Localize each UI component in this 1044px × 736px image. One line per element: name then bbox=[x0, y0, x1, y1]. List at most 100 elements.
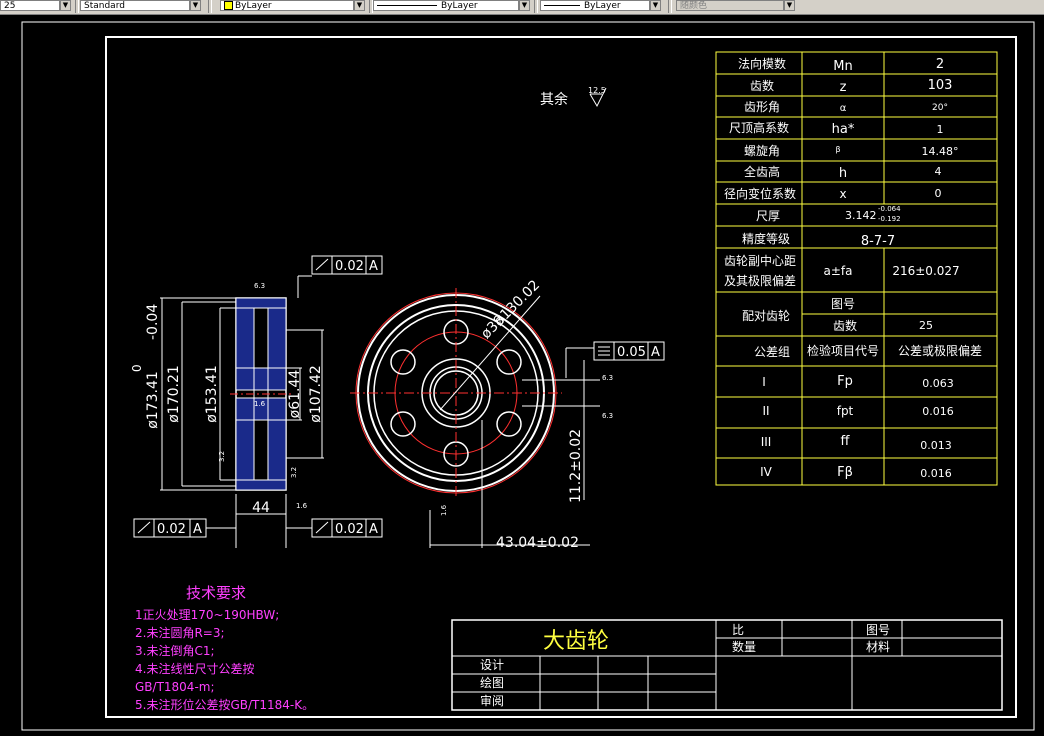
mate-no-label: 图号 bbox=[831, 297, 855, 311]
dim-d2: ø170.21 bbox=[166, 365, 182, 423]
part-name: 大齿轮 bbox=[543, 629, 609, 654]
tol-code: fpt bbox=[837, 404, 854, 418]
tolerance-frame-symmetry bbox=[566, 341, 665, 361]
param-val: 103 bbox=[928, 78, 953, 93]
thickness-upper: -0.064 bbox=[878, 205, 901, 213]
tolerance-top-value: 0.02 bbox=[335, 259, 364, 274]
tol-value-label: 公差或极限偏差 bbox=[898, 343, 982, 358]
tol-code: Fβ bbox=[837, 465, 853, 480]
review-label: 审阅 bbox=[480, 693, 504, 708]
tol-val: 0.063 bbox=[922, 377, 954, 390]
param-sym: α bbox=[840, 103, 847, 114]
thickness-label: 尺厚 bbox=[756, 209, 780, 223]
requirement-line: 4.未注线性尺寸公差按 bbox=[135, 661, 254, 676]
tolerance-frame-bottom-right bbox=[286, 518, 383, 538]
roughness-r5: 1.6 bbox=[296, 502, 308, 510]
roughness-r8: 6.3 bbox=[602, 412, 613, 420]
center-sym: a±fa bbox=[824, 264, 853, 278]
roughness-r1: 6.3 bbox=[254, 282, 265, 290]
param-val: 1 bbox=[937, 123, 944, 136]
dim-width: 44 bbox=[252, 500, 270, 516]
dim-d1: ø173.41 bbox=[145, 371, 161, 429]
roughness-r3: 3.2 bbox=[218, 451, 226, 462]
requirements-title: 技术要求 bbox=[186, 584, 246, 602]
requirement-line: 3.未注倒角C1; bbox=[135, 643, 215, 658]
param-name: 螺旋角 bbox=[744, 144, 780, 158]
param-name: 尺顶高系数 bbox=[729, 120, 789, 135]
dim-d4: ø61.44 bbox=[287, 370, 303, 419]
param-val: 2 bbox=[936, 57, 944, 72]
param-sym: x bbox=[839, 187, 846, 201]
tolerance-left-value: 0.02 bbox=[157, 522, 186, 537]
title-block bbox=[451, 619, 1003, 711]
drawing-no-label: 图号 bbox=[866, 623, 890, 637]
requirement-line: GB/T1804-m; bbox=[135, 680, 215, 694]
center-label-1: 齿轮副中心距 bbox=[724, 253, 796, 268]
param-name: 径向变位系数 bbox=[724, 186, 796, 201]
requirement-line: 1正火处理170~190HBW; bbox=[135, 608, 279, 622]
tol-group: I bbox=[762, 375, 766, 389]
precision-label: 精度等级 bbox=[742, 231, 790, 246]
mate-label: 配对齿轮 bbox=[742, 309, 790, 323]
ratio-label: 比 bbox=[732, 623, 744, 637]
section-view bbox=[230, 297, 292, 491]
qty-label: 数量 bbox=[732, 639, 756, 654]
center-val: 216±0.027 bbox=[892, 264, 959, 278]
roughness-value: 12.5 bbox=[588, 86, 606, 95]
param-sym: Mn bbox=[833, 59, 852, 74]
dim-d3: ø153.41 bbox=[204, 365, 220, 423]
center-label-2: 及其极限偏差 bbox=[724, 273, 796, 288]
tolerance-left-datum: A bbox=[193, 522, 202, 537]
dim-d1-lower: -0.04 bbox=[145, 304, 161, 340]
param-name: 齿数 bbox=[750, 78, 774, 93]
tolerance-sym-datum: A bbox=[651, 345, 660, 360]
requirement-line: 5.未注形位公差按GB/T1184-K。 bbox=[135, 697, 314, 712]
param-val: 20° bbox=[932, 103, 948, 113]
param-sym: z bbox=[840, 80, 847, 95]
tol-group-label: 公差组 bbox=[754, 345, 790, 359]
mate-teeth-val: 25 bbox=[919, 319, 933, 332]
tol-item-label: 检验项目代号 bbox=[807, 343, 879, 358]
front-view bbox=[350, 288, 600, 548]
tol-code: Fp bbox=[837, 374, 853, 389]
roughness-r4: 3.2 bbox=[290, 467, 298, 478]
thickness-lower: -0.192 bbox=[878, 215, 901, 223]
tol-val: 0.016 bbox=[922, 405, 954, 418]
roughness-r7: 6.3 bbox=[602, 374, 613, 382]
dim-d5: ø107.42 bbox=[308, 365, 324, 423]
param-name: 法向模数 bbox=[738, 56, 786, 71]
roughness-r2: 1.6 bbox=[254, 400, 266, 408]
tolerance-right-datum: A bbox=[369, 522, 378, 537]
tol-group: III bbox=[761, 435, 772, 449]
tol-val: 0.013 bbox=[920, 439, 952, 452]
material-label: 材料 bbox=[866, 640, 890, 654]
drawing-canvas[interactable]: 其余 12.5 ø173.41 0 -0.04 ø170.21 ø153.41 … bbox=[0, 0, 1044, 736]
dim-d1-upper: 0 bbox=[130, 364, 144, 372]
precision-val: 8-7-7 bbox=[861, 234, 895, 249]
tolerance-top-datum: A bbox=[369, 259, 378, 274]
design-label: 设计 bbox=[480, 658, 504, 672]
dim-key: 43.04±0.02 bbox=[496, 535, 579, 551]
mate-teeth-label: 齿数 bbox=[833, 318, 857, 333]
param-sym: h bbox=[839, 166, 847, 181]
requirement-line: 2.未注圆角R=3; bbox=[135, 625, 225, 640]
param-sym: ha* bbox=[832, 122, 855, 137]
roughness-r6: 1.6 bbox=[440, 504, 448, 516]
draw-label: 绘图 bbox=[480, 675, 504, 690]
tol-group: II bbox=[762, 404, 769, 418]
tol-code: ff bbox=[841, 434, 851, 449]
param-table: 法向模数 Mn 2 齿数 z 103 齿形角 α 20° 尺顶高系数 ha* 1… bbox=[724, 56, 982, 480]
tolerance-right-value: 0.02 bbox=[335, 522, 364, 537]
tol-val: 0.016 bbox=[920, 467, 952, 480]
param-val: 14.48° bbox=[922, 145, 959, 158]
dim-keyw: 11.2±0.02 bbox=[568, 429, 584, 503]
param-val: 4 bbox=[935, 165, 942, 178]
param-sym: β bbox=[835, 145, 840, 154]
tol-group: IV bbox=[760, 465, 773, 479]
roughness-note: 其余 bbox=[540, 91, 568, 108]
param-name: 全齿高 bbox=[744, 164, 780, 179]
param-val: 0 bbox=[935, 187, 942, 200]
thickness-val: 3.142 bbox=[845, 209, 877, 222]
tolerance-sym-value: 0.05 bbox=[617, 345, 646, 360]
param-name: 齿形角 bbox=[744, 100, 780, 114]
